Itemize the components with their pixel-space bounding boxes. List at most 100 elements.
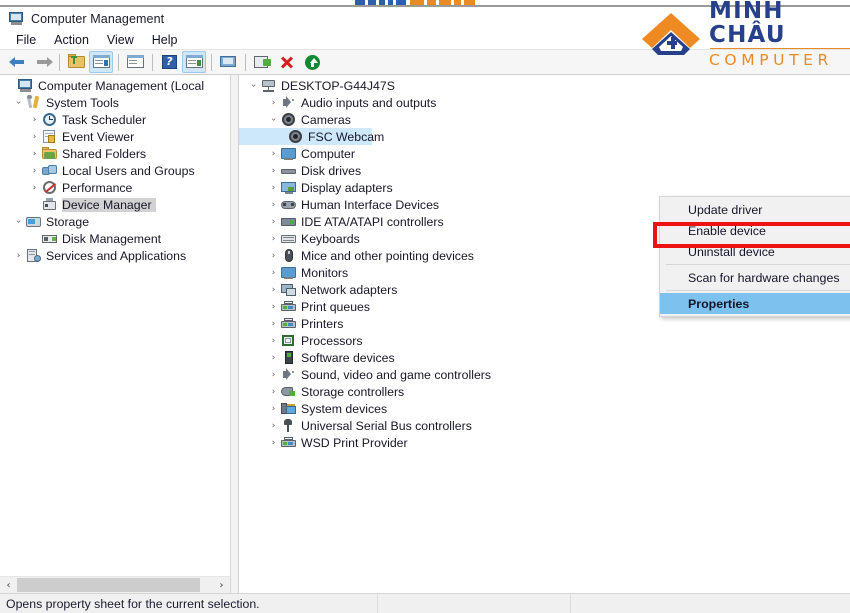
- show-hide-action-pane-button[interactable]: [182, 51, 206, 73]
- context-menu-item-update-driver[interactable]: Update driver: [660, 199, 850, 220]
- brand-wordmark: MINH CHÂU COMPUTER: [709, 0, 850, 69]
- device-tree-item-disk-drives[interactable]: › Disk drives: [239, 162, 850, 179]
- console-tree-item-computer-management[interactable]: › Computer Management (Local: [0, 77, 230, 94]
- chevron-right-icon[interactable]: ›: [28, 179, 41, 196]
- scrollbar-thumb[interactable]: [17, 578, 200, 592]
- up-one-level-button[interactable]: [64, 51, 88, 73]
- console-tree-item-system-tools[interactable]: › System Tools: [0, 94, 230, 111]
- chevron-right-icon[interactable]: ›: [267, 383, 280, 400]
- chevron-right-icon[interactable]: ›: [267, 281, 280, 298]
- device-tree-item-printers[interactable]: › Printers: [239, 315, 850, 332]
- device-tree-item-cameras[interactable]: › Cameras: [239, 111, 850, 128]
- device-tree-item-wsd-print-provider[interactable]: › WSD Print Provider: [239, 434, 850, 451]
- chevron-right-icon[interactable]: ›: [267, 145, 280, 162]
- device-tree-item-label: Disk drives: [301, 163, 362, 178]
- update-driver-button[interactable]: [250, 51, 274, 73]
- minh-chau-logo-mark: [642, 12, 700, 55]
- console-tree-item-services-and-applications[interactable]: › Services and Applications: [0, 247, 230, 264]
- context-menu-item-properties[interactable]: Properties: [660, 293, 850, 314]
- chevron-right-icon[interactable]: ›: [267, 230, 280, 247]
- device-tree-item-sound-video-and-game-controllers[interactable]: › Sound, video and game controllers: [239, 366, 850, 383]
- chevron-right-icon[interactable]: ›: [267, 366, 280, 383]
- console-tree-item-disk-management[interactable]: › Disk Management: [0, 230, 230, 247]
- chevron-right-icon[interactable]: ›: [267, 162, 280, 179]
- help-button[interactable]: ?: [157, 51, 181, 73]
- processor-icon: [280, 333, 297, 348]
- console-tree-item-label: Shared Folders: [62, 146, 147, 161]
- menu-view[interactable]: View: [98, 32, 143, 48]
- chevron-right-icon[interactable]: ›: [267, 94, 280, 111]
- back-button[interactable]: [5, 51, 29, 73]
- device-tree-item-display-adapters[interactable]: › Display adapters: [239, 179, 850, 196]
- scroll-left-arrow-icon[interactable]: ‹: [0, 577, 17, 593]
- pane-splitter[interactable]: [231, 75, 239, 593]
- remote-connect-button[interactable]: [216, 51, 240, 73]
- ide-controller-icon: [280, 214, 297, 229]
- context-menu-item-scan-for-hardware-changes[interactable]: Scan for hardware changes: [660, 267, 850, 288]
- device-tree-item-processors[interactable]: › Processors: [239, 332, 850, 349]
- chevron-right-icon[interactable]: ›: [267, 400, 280, 417]
- green-up-arrow-icon: [302, 52, 322, 72]
- chevron-right-icon[interactable]: ›: [267, 264, 280, 281]
- chevron-right-icon[interactable]: ›: [267, 247, 280, 264]
- chevron-right-icon[interactable]: ›: [267, 213, 280, 230]
- chevron-right-icon[interactable]: ›: [267, 298, 280, 315]
- chevron-right-icon[interactable]: ›: [267, 179, 280, 196]
- software-device-icon: [280, 350, 297, 365]
- device-tree-item-label: Audio inputs and outputs: [301, 95, 437, 110]
- usb-icon: [280, 418, 297, 433]
- driver-update-icon: [252, 52, 272, 72]
- chevron-right-icon[interactable]: ›: [267, 434, 280, 451]
- console-tree-horizontal-scrollbar[interactable]: ‹ ›: [0, 576, 230, 593]
- show-hide-console-tree-button[interactable]: [89, 51, 113, 73]
- device-tree-item-software-devices[interactable]: › Software devices: [239, 349, 850, 366]
- printer-icon: [280, 435, 297, 450]
- context-menu-item-enable-device[interactable]: Enable device: [660, 220, 850, 241]
- device-tree-item-fsc-webcam[interactable]: FSC Webcam: [239, 128, 384, 145]
- chevron-right-icon[interactable]: ›: [267, 417, 280, 434]
- chevron-right-icon[interactable]: ›: [267, 349, 280, 366]
- device-tree-item-audio-inputs-and-outputs[interactable]: › Audio inputs and outputs: [239, 94, 850, 111]
- toolbar-separator: [59, 53, 60, 71]
- console-tree-item-shared-folders[interactable]: › Shared Folders: [0, 145, 230, 162]
- device-tree-item-universal-serial-bus-controllers[interactable]: › Universal Serial Bus controllers: [239, 417, 850, 434]
- chevron-right-icon[interactable]: ›: [267, 332, 280, 349]
- forward-button[interactable]: [30, 51, 54, 73]
- properties-button[interactable]: [123, 51, 147, 73]
- menu-action[interactable]: Action: [45, 32, 98, 48]
- scroll-right-arrow-icon[interactable]: ›: [213, 577, 230, 593]
- device-context-menu: Update driver Enable device Uninstall de…: [659, 196, 850, 317]
- device-tree-item-label: Computer: [301, 146, 355, 161]
- scrollbar-track[interactable]: [17, 577, 213, 593]
- chevron-right-icon[interactable]: ›: [28, 111, 41, 128]
- device-tree-item-storage-controllers[interactable]: › Storage controllers: [239, 383, 850, 400]
- chevron-right-icon[interactable]: ›: [28, 145, 41, 162]
- console-tree-item-task-scheduler[interactable]: › Task Scheduler: [0, 111, 230, 128]
- console-tree-item-local-users-and-groups[interactable]: › Local Users and Groups: [0, 162, 230, 179]
- device-tree-item-label: IDE ATA/ATAPI controllers: [301, 214, 444, 229]
- console-tree-item-performance[interactable]: › Performance: [0, 179, 230, 196]
- device-tree-item-system-devices[interactable]: › System devices: [239, 400, 850, 417]
- console-tree-item-device-manager[interactable]: › Device Manager: [0, 196, 230, 213]
- chevron-right-icon[interactable]: ›: [267, 196, 280, 213]
- console-tree-item-storage[interactable]: › Storage: [0, 213, 230, 230]
- monitor-icon: [280, 265, 297, 280]
- uninstall-device-button[interactable]: [275, 51, 299, 73]
- chevron-right-icon[interactable]: ›: [267, 315, 280, 332]
- chevron-right-icon[interactable]: ›: [28, 162, 41, 179]
- question-mark-icon: ?: [159, 52, 179, 72]
- device-tree-item-computer[interactable]: › Computer: [239, 145, 850, 162]
- status-bar-text: Opens property sheet for the current sel…: [6, 596, 260, 611]
- console-tree-item-event-viewer[interactable]: › Event Viewer: [0, 128, 230, 145]
- context-menu-item-uninstall-device[interactable]: Uninstall device: [660, 241, 850, 262]
- services-icon: [25, 248, 42, 263]
- brand-line-2: COMPUTER: [709, 50, 833, 69]
- chevron-right-icon[interactable]: ›: [12, 247, 25, 264]
- computer-root-icon: [260, 78, 277, 93]
- menu-file[interactable]: File: [7, 32, 45, 48]
- device-tree-item-desktop-root[interactable]: › DESKTOP-G44J47S: [239, 77, 850, 94]
- enable-device-button[interactable]: [300, 51, 324, 73]
- context-menu-separator: [666, 290, 850, 291]
- menu-help[interactable]: Help: [143, 32, 187, 48]
- chevron-right-icon[interactable]: ›: [28, 128, 41, 145]
